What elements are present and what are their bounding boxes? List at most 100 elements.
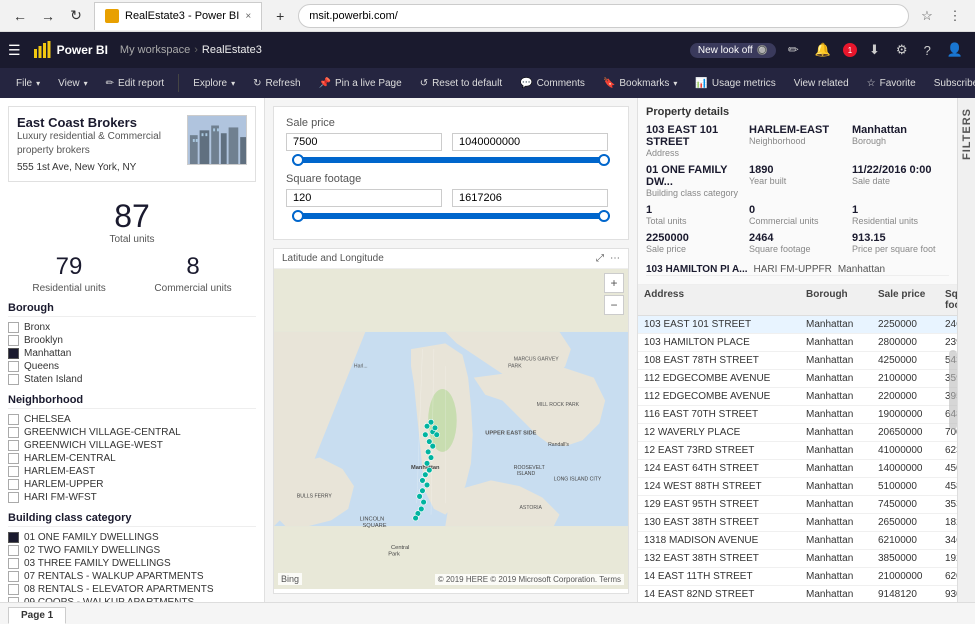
notification-icon[interactable]: 🔔 xyxy=(811,42,835,58)
building-category-item[interactable]: 03 THREE FAMILY DWELLINGS xyxy=(8,557,256,570)
usage-metrics-button[interactable]: 📊 Usage metrics xyxy=(687,76,783,91)
table-row[interactable]: 124 EAST 64TH STREET Manhattan 14000000 … xyxy=(638,460,957,478)
sale-price-thumb-left[interactable] xyxy=(292,154,304,166)
sqft-track[interactable] xyxy=(292,213,610,219)
star-icon[interactable]: ☆ xyxy=(915,4,939,28)
address-bar[interactable] xyxy=(298,4,909,28)
sale-price-track[interactable] xyxy=(292,157,610,163)
zoom-out-button[interactable]: − xyxy=(604,295,624,315)
view-button[interactable]: View ▾ xyxy=(50,76,96,91)
table-row[interactable]: 12 EAST 73RD STREET Manhattan 41000000 6… xyxy=(638,442,957,460)
table-row[interactable]: 112 EDGECOMBE AVENUE Manhattan 2100000 3… xyxy=(638,370,957,388)
property-list[interactable]: Address Borough Sale price Square footag… xyxy=(638,285,957,602)
forward-button[interactable]: → xyxy=(36,4,60,28)
refresh-button[interactable]: ↻ Refresh xyxy=(245,76,308,91)
neighborhood-item[interactable]: GREENWICH VILLAGE-WEST xyxy=(8,439,256,452)
back-button[interactable]: ← xyxy=(8,4,32,28)
table-row[interactable]: 108 EAST 78TH STREET Manhattan 4250000 5… xyxy=(638,352,957,370)
more-icon[interactable]: ⋯ xyxy=(610,253,620,264)
sale-price-max[interactable] xyxy=(452,133,608,151)
sqft-max[interactable] xyxy=(452,189,608,207)
neighborhood-item[interactable]: HARLEM-UPPER xyxy=(8,478,256,491)
user-icon[interactable]: 👤 xyxy=(943,42,967,58)
map-dot[interactable] xyxy=(425,449,431,455)
map-dot[interactable] xyxy=(426,467,432,473)
map-dot[interactable] xyxy=(417,494,423,500)
table-row[interactable]: 1318 MADISON AVENUE Manhattan 6210000 34… xyxy=(638,532,957,550)
table-row[interactable]: 112 EDGECOMBE AVENUE Manhattan 2200000 3… xyxy=(638,388,957,406)
reset-button[interactable]: ↺ Reset to default xyxy=(412,76,510,91)
building-category-item[interactable]: 08 RENTALS - ELEVATOR APARTMENTS xyxy=(8,583,256,596)
map-dot[interactable] xyxy=(434,432,440,438)
bookmarks-button[interactable]: 🔖 Bookmarks ▾ xyxy=(595,76,685,91)
map-dot[interactable] xyxy=(430,443,436,449)
tab-close[interactable]: × xyxy=(245,11,251,22)
map-dot[interactable] xyxy=(422,472,428,478)
file-button[interactable]: File ▾ xyxy=(8,76,48,91)
expand-icon[interactable]: ⤢ xyxy=(596,253,604,264)
table-row[interactable]: 124 WEST 88TH STREET Manhattan 5100000 4… xyxy=(638,478,957,496)
sale-price-thumb-right[interactable] xyxy=(598,154,610,166)
pbi-hamburger[interactable]: ☰ xyxy=(8,42,21,59)
map-body[interactable]: MARCUS GARVEY PARK MILL ROCK PARK UPPER … xyxy=(274,269,628,589)
pin-page-button[interactable]: 📌 Pin a live Page xyxy=(311,76,410,91)
borough-item[interactable]: Manhattan xyxy=(8,347,256,360)
map-dot[interactable] xyxy=(421,499,427,505)
reload-button[interactable]: ↻ xyxy=(64,4,88,28)
borough-item[interactable]: Staten Island xyxy=(8,373,256,386)
row-sale-price: 2800000 xyxy=(878,337,943,348)
map-dot[interactable] xyxy=(422,432,428,438)
map-dot[interactable] xyxy=(420,488,426,494)
table-row[interactable]: 130 EAST 38TH STREET Manhattan 2650000 1… xyxy=(638,514,957,532)
neighborhood-item[interactable]: HARLEM-CENTRAL xyxy=(8,452,256,465)
stats-section: 87 Total units 79 Residential units 8 Co… xyxy=(8,192,256,302)
view-related-button[interactable]: View related xyxy=(786,76,857,91)
download-icon[interactable]: ⬇ xyxy=(865,42,884,58)
subscribe-button[interactable]: Subscribe xyxy=(926,76,975,91)
help-icon[interactable]: ? xyxy=(920,43,935,58)
neighborhood-item[interactable]: HARI FM-WFST xyxy=(8,491,256,504)
settings-icon[interactable]: ⚙ xyxy=(892,42,912,58)
table-row[interactable]: 14 EAST 11TH STREET Manhattan 21000000 6… xyxy=(638,568,957,586)
page-1-tab[interactable]: Page 1 xyxy=(8,607,66,624)
neighborhood-item[interactable]: CHELSEA xyxy=(8,413,256,426)
sqft-min[interactable] xyxy=(286,189,442,207)
map-dot[interactable] xyxy=(428,455,434,461)
map-dot[interactable] xyxy=(424,482,430,488)
browser-tab[interactable]: RealEstate3 - Power BI × xyxy=(94,2,262,30)
borough-item[interactable]: Queens xyxy=(8,360,256,373)
sqft-thumb-left[interactable] xyxy=(292,210,304,222)
comments-button[interactable]: 💬 Comments xyxy=(512,76,593,91)
table-row[interactable]: 14 EAST 82ND STREET Manhattan 9148120 93… xyxy=(638,586,957,602)
settings-icon[interactable]: ⋮ xyxy=(943,4,967,28)
building-category-item[interactable]: 07 RENTALS - WALKUP APARTMENTS xyxy=(8,570,256,583)
table-row[interactable]: 103 HAMILTON PLACE Manhattan 2800000 239… xyxy=(638,334,957,352)
edit-icon[interactable]: ✏ xyxy=(784,42,803,58)
table-row[interactable]: 12 WAVERLY PLACE Manhattan 20650000 7000 xyxy=(638,424,957,442)
explore-button[interactable]: Explore ▾ xyxy=(185,76,243,91)
map-dot[interactable] xyxy=(432,425,438,431)
map-dot[interactable] xyxy=(420,478,426,484)
building-category-item[interactable]: 01 ONE FAMILY DWELLINGS xyxy=(8,531,256,544)
new-tab-button[interactable]: + xyxy=(268,4,292,28)
map-dot[interactable] xyxy=(413,515,419,521)
borough-item[interactable]: Brooklyn xyxy=(8,334,256,347)
favorite-button[interactable]: ☆ Favorite xyxy=(859,76,924,91)
table-row[interactable]: 129 EAST 95TH STREET Manhattan 7450000 3… xyxy=(638,496,957,514)
zoom-in-button[interactable]: + xyxy=(604,273,624,293)
address-value: 103 EAST 101 STREET xyxy=(646,124,743,148)
neighborhood-item[interactable]: GREENWICH VILLAGE-CENTRAL xyxy=(8,426,256,439)
table-row[interactable]: 116 EAST 70TH STREET Manhattan 19000000 … xyxy=(638,406,957,424)
table-row[interactable]: 132 EAST 38TH STREET Manhattan 3850000 1… xyxy=(638,550,957,568)
sale-price-min[interactable] xyxy=(286,133,442,151)
sqft-thumb-right[interactable] xyxy=(598,210,610,222)
table-row[interactable]: 103 EAST 101 STREET Manhattan 2250000 24… xyxy=(638,316,957,334)
neighborhood-item[interactable]: HARLEM-EAST xyxy=(8,465,256,478)
map-dot[interactable] xyxy=(428,419,434,425)
map-dot[interactable] xyxy=(424,460,430,466)
edit-report-button[interactable]: ✏ Edit report xyxy=(98,76,173,91)
building-category-item[interactable]: 09 COOPS - WALKUP APARTMENTS xyxy=(8,596,256,602)
borough-item[interactable]: Bronx xyxy=(8,321,256,334)
building-category-item[interactable]: 02 TWO FAMILY DWELLINGS xyxy=(8,544,256,557)
new-look-toggle[interactable]: New look off 🔘 xyxy=(690,43,776,58)
